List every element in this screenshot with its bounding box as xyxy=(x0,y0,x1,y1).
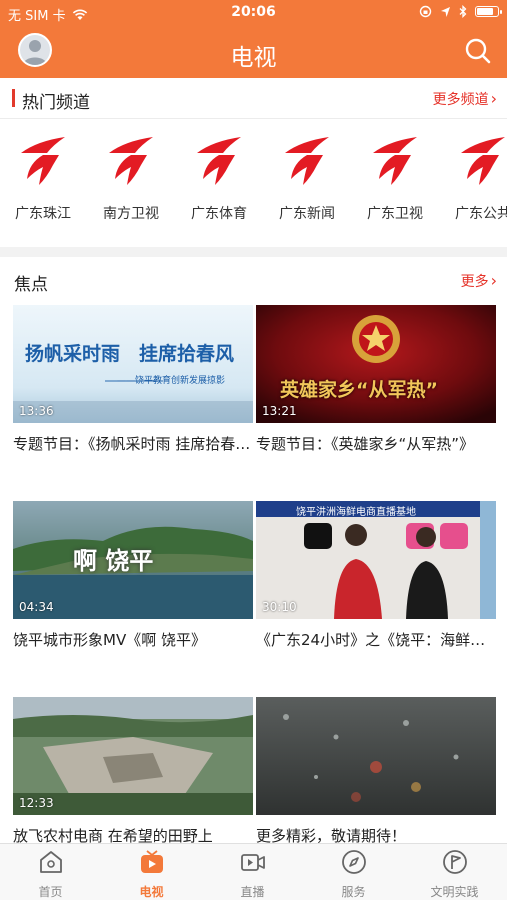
section-separator xyxy=(0,247,507,257)
video-thumbnail: 英雄家乡“从军热” 13:21 xyxy=(256,305,496,423)
more-channels-label: 更多频道 xyxy=(432,92,489,108)
gdtv-logo-icon xyxy=(21,137,65,185)
chevron-right-icon: › xyxy=(490,89,497,108)
tab-home[interactable]: 首页 xyxy=(0,848,101,900)
video-card[interactable]: 12:33 放飞农村电商 在希望的田野上 xyxy=(13,697,253,846)
channel-item[interactable]: 广东卫视 xyxy=(355,125,435,223)
gdtv-logo-icon xyxy=(109,137,153,185)
video-card[interactable]: 啊 饶平 04:34 饶平城市形象MV《啊 饶平》 xyxy=(13,501,253,650)
bluetooth-icon xyxy=(459,5,467,18)
status-bar: 无 SIM 卡 20:06 xyxy=(0,0,507,26)
video-duration: 12:33 xyxy=(19,796,54,810)
thumbnail-headline: 扬帆采时雨 挂席拾春风 xyxy=(25,343,235,365)
hot-channels-header: 热门频道 更多频道 › xyxy=(0,78,507,118)
channel-item[interactable]: 广东珠江 xyxy=(3,125,83,223)
video-title: 专题节目：《英雄家乡“从军热”》 xyxy=(256,435,475,453)
thumbnail-headline: 啊 饶平 xyxy=(73,547,154,575)
tab-label: 首页 xyxy=(38,885,63,899)
video-card[interactable]: 英雄家乡“从军热” 13:21 专题节目：《英雄家乡“从军热”》 xyxy=(256,305,496,454)
channel-list: 广东珠江 南方卫视 广东体育 广东新闻 广东卫视 广东公共 xyxy=(0,125,507,235)
video-card[interactable]: 更多精彩，敬请期待！ xyxy=(256,697,496,846)
tab-tv[interactable]: 电视 xyxy=(101,848,202,900)
channel-item[interactable]: 广东公共 xyxy=(443,125,507,223)
tab-label: 服务 xyxy=(341,885,366,899)
divider xyxy=(0,118,507,119)
thumbnail-banner: 饶平汫洲海鲜电商直播基地 xyxy=(296,507,416,518)
tab-label: 直播 xyxy=(240,885,265,899)
section-marker xyxy=(12,89,15,107)
video-duration: 30:10 xyxy=(262,600,297,614)
compass-icon xyxy=(341,850,366,874)
thumbnail-headline: 英雄家乡“从军热” xyxy=(280,379,438,401)
orientation-lock-icon xyxy=(419,5,432,18)
search-icon xyxy=(465,38,491,64)
video-title: 专题节目：《扬帆采时雨 挂席拾春风》 xyxy=(13,435,253,453)
chevron-right-icon: › xyxy=(490,271,497,290)
video-card[interactable]: 扬帆采时雨 挂席拾春风 ——饶平教育创新发展掠影 13:36 专题节目：《扬帆采… xyxy=(13,305,253,454)
video-thumbnail: 12:33 xyxy=(13,697,253,815)
more-focus-link[interactable]: 更多 › xyxy=(461,271,497,291)
video-thumbnail: 啊 饶平 04:34 xyxy=(13,501,253,619)
channel-item[interactable]: 南方卫视 xyxy=(91,125,171,223)
hot-channels-title: 热门频道 xyxy=(22,93,90,113)
gdtv-logo-icon xyxy=(373,137,417,185)
flag-icon xyxy=(442,850,467,874)
tab-label: 文明实践 xyxy=(430,885,479,899)
more-channels-link[interactable]: 更多频道 › xyxy=(433,89,497,109)
tab-label: 电视 xyxy=(139,885,164,899)
channel-item[interactable]: 广东新闻 xyxy=(267,125,347,223)
gdtv-logo-icon xyxy=(197,137,241,185)
tab-service[interactable]: 服务 xyxy=(303,848,404,900)
focus-header: 焦点 更多 › xyxy=(0,260,507,300)
video-duration: 13:36 xyxy=(19,404,54,418)
more-focus-label: 更多 xyxy=(460,274,489,290)
battery-icon xyxy=(475,6,502,17)
video-duration: 13:21 xyxy=(262,404,297,418)
nav-bar: 电视 xyxy=(0,26,507,78)
channel-name: 广东公共 xyxy=(455,206,507,222)
thumbnail-subline: ——饶平教育创新发展掠影 xyxy=(117,376,226,386)
home-icon xyxy=(39,851,62,873)
focus-title: 焦点 xyxy=(14,275,48,295)
channel-item[interactable]: 广东体育 xyxy=(179,125,259,223)
video-duration: 04:34 xyxy=(19,600,54,614)
video-thumbnail: 饶平汫洲海鲜电商直播基地 30:10 xyxy=(256,501,496,619)
tab-civilization[interactable]: 文明实践 xyxy=(404,848,505,900)
channel-name: 南方卫视 xyxy=(103,206,159,222)
video-thumbnail: 扬帆采时雨 挂席拾春风 ——饶平教育创新发展掠影 13:36 xyxy=(13,305,253,423)
channel-name: 广东卫视 xyxy=(367,206,423,222)
tv-icon xyxy=(140,850,163,873)
video-title: 《广东24小时》之《饶平：海鲜电商直播基地》 xyxy=(256,631,496,649)
video-title: 饶平城市形象MV《啊 饶平》 xyxy=(13,631,206,649)
video-thumbnail xyxy=(256,697,496,815)
tab-bar: 首页 电视 直播 服务 文明实践 xyxy=(0,843,507,900)
channel-name: 广东珠江 xyxy=(15,206,71,222)
video-card[interactable]: 饶平汫洲海鲜电商直播基地 30:10 《广东24小时》之《饶平：海鲜电商直播基地… xyxy=(256,501,496,650)
video-camera-icon xyxy=(240,854,265,871)
gdtv-logo-icon xyxy=(285,137,329,185)
channel-name: 广东新闻 xyxy=(279,206,335,222)
channel-name: 广东体育 xyxy=(191,206,247,222)
location-icon xyxy=(441,6,450,17)
tab-live[interactable]: 直播 xyxy=(202,848,303,900)
search-button[interactable] xyxy=(463,36,493,66)
gdtv-logo-icon xyxy=(461,137,505,185)
page-title: 电视 xyxy=(230,45,277,71)
